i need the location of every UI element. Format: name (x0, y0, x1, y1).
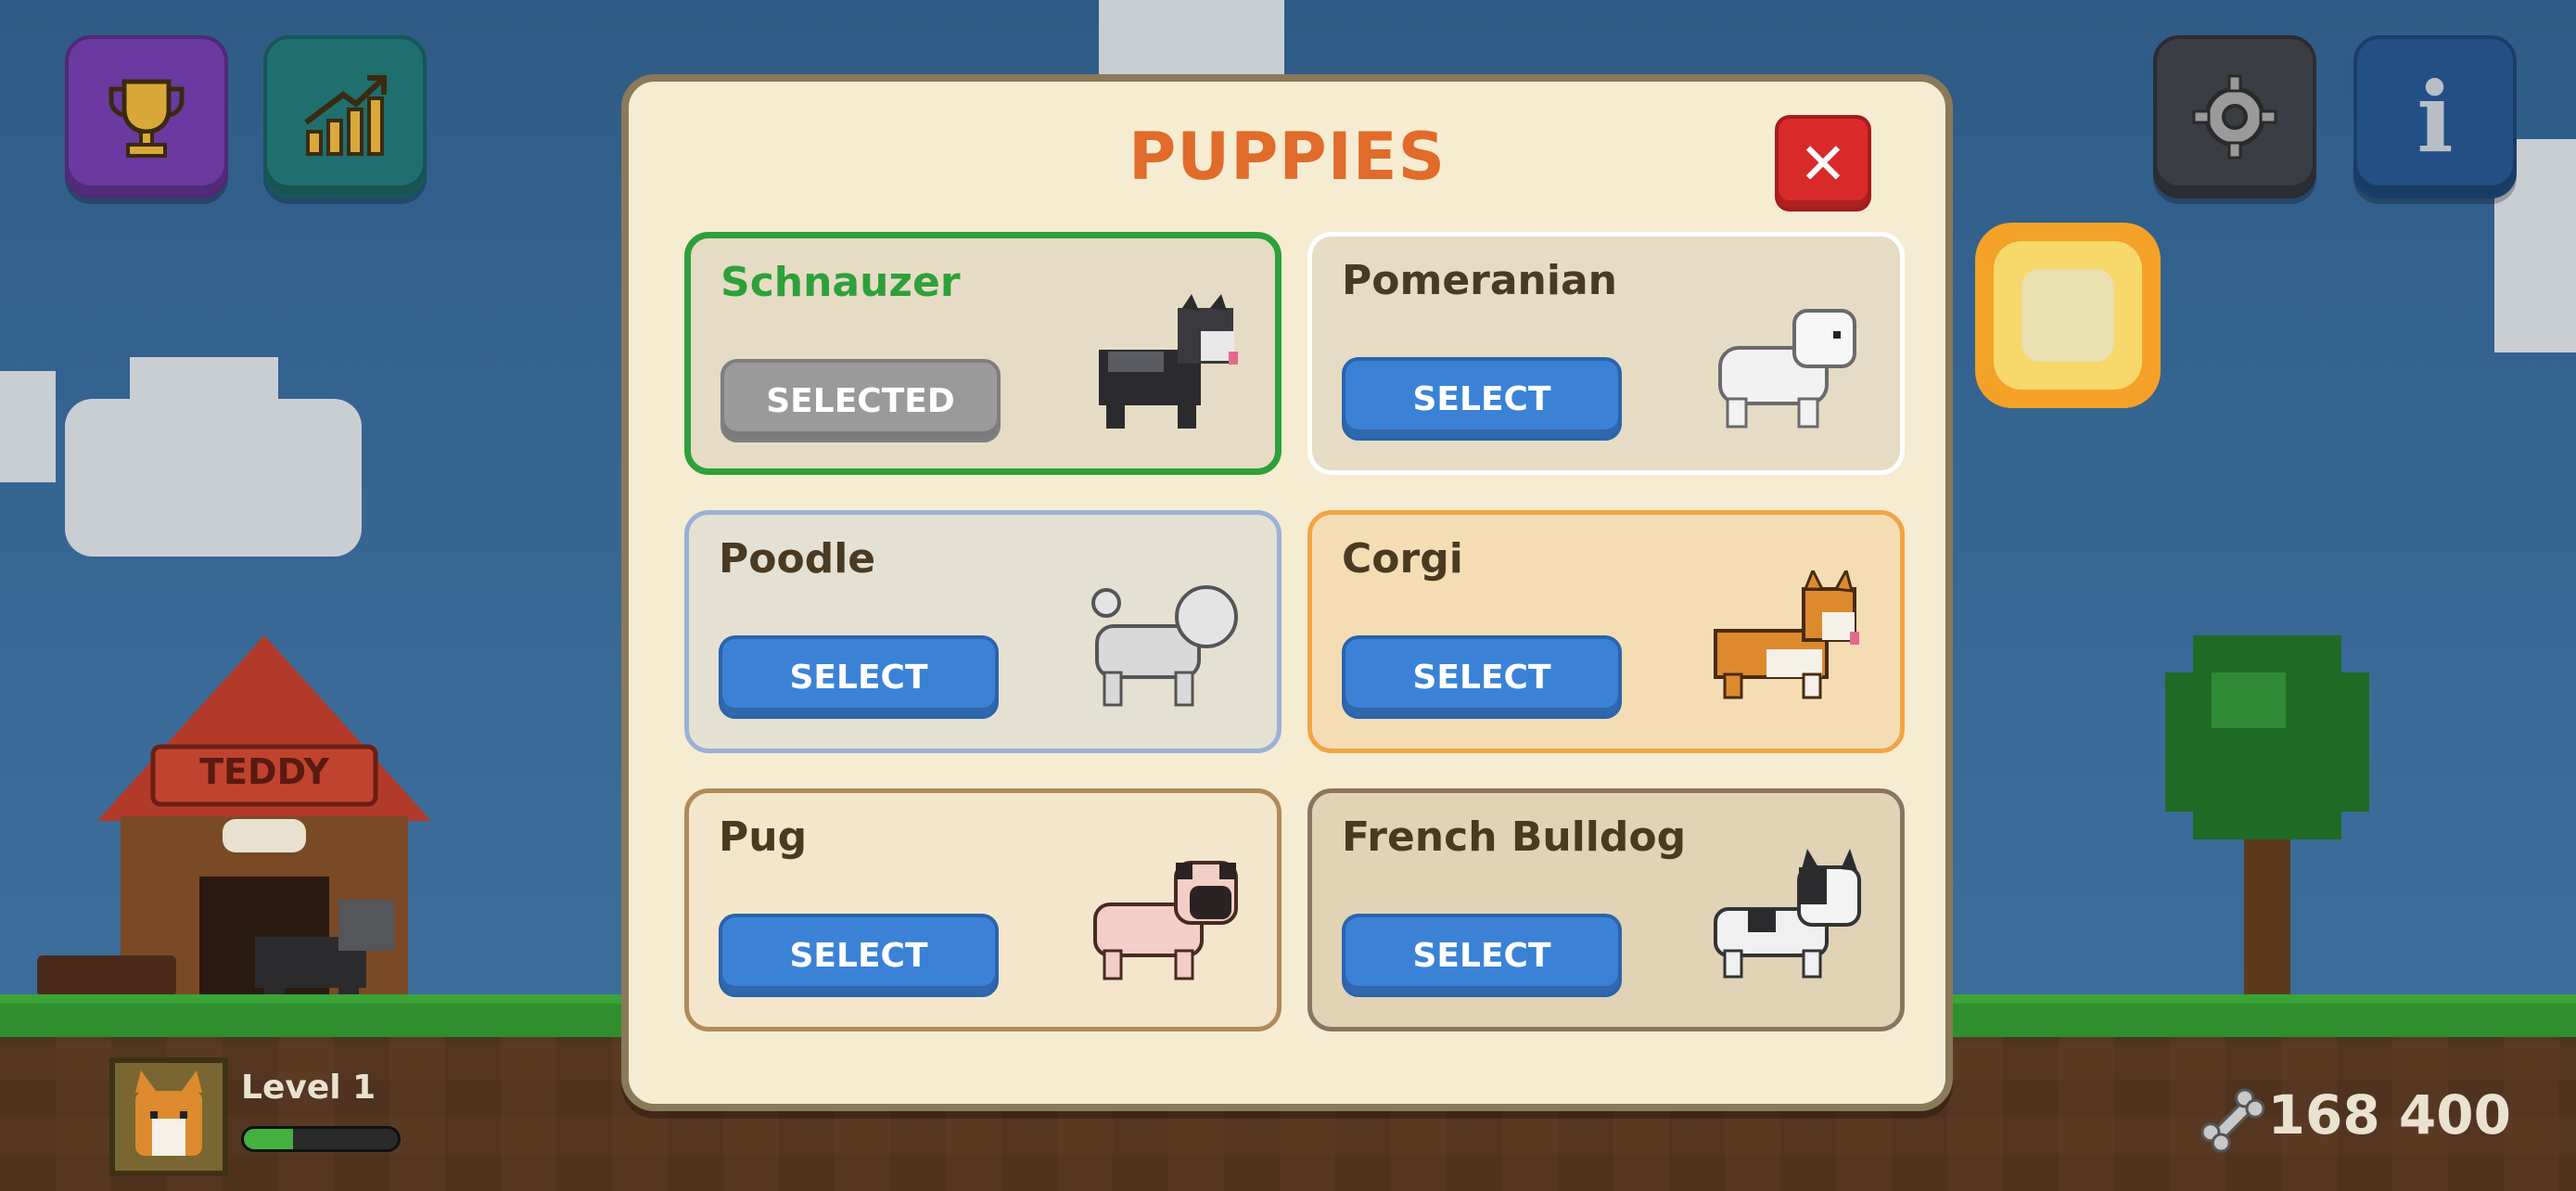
poodle-sprite (1091, 585, 1238, 707)
select-button[interactable]: SELECT (719, 914, 999, 997)
bone-currency-count: 168 400 (2267, 1083, 2511, 1146)
stats-button[interactable] (263, 35, 427, 198)
puppy-name: Pug (719, 813, 808, 861)
french-bulldog-sprite (1714, 849, 1861, 979)
puppy-card-pug[interactable]: Pug SELECT (684, 788, 1282, 1031)
xp-progress-fill (244, 1129, 294, 1149)
corgi-avatar-icon (115, 1063, 223, 1171)
food-bowl (37, 955, 176, 996)
schnauzer-sprite (1099, 294, 1238, 429)
puppy-name: Poodle (719, 535, 876, 583)
modal-title: PUPPIES (1128, 119, 1447, 195)
select-button[interactable]: SELECT (1342, 357, 1622, 441)
close-button[interactable]: ✕ (1775, 115, 1871, 211)
close-icon: ✕ (1799, 129, 1847, 198)
pomeranian-sprite (1718, 309, 1856, 429)
tree (2165, 635, 2369, 997)
cloud (0, 371, 56, 482)
achievements-button[interactable] (65, 35, 228, 198)
bone-icon (2200, 1088, 2265, 1153)
level-label: Level 1 (241, 1069, 376, 1107)
info-icon: i (2417, 59, 2454, 174)
info-button[interactable]: i (2353, 35, 2517, 198)
settings-button[interactable] (2153, 35, 2316, 198)
xp-progress-bar (241, 1126, 401, 1152)
doghouse-sign: TEDDY (199, 751, 329, 792)
puppy-name: French Bulldog (1342, 813, 1687, 861)
puppy-card-poodle[interactable]: Poodle SELECT (684, 510, 1282, 753)
puppy-card-corgi[interactable]: Corgi SELECT (1307, 510, 1905, 753)
select-button[interactable]: SELECT (1342, 635, 1622, 719)
puppy-card-french-bulldog[interactable]: French Bulldog SELECT (1307, 788, 1905, 1031)
player-avatar[interactable] (109, 1057, 228, 1176)
cloud (1099, 0, 1284, 74)
cloud (130, 357, 278, 431)
chart-icon (304, 75, 387, 156)
puppy-name: Schnauzer (721, 259, 961, 306)
selected-button[interactable]: SELECTED (721, 359, 1001, 442)
puppy-card-schnauzer[interactable]: Schnauzer SELECTED (684, 232, 1282, 475)
sun (1975, 223, 2161, 408)
pug-sprite (1093, 861, 1238, 980)
trophy-icon (108, 79, 185, 158)
puppy-card-pomeranian[interactable]: Pomeranian SELECT (1307, 232, 1905, 475)
puppy-name: Corgi (1342, 535, 1463, 583)
puppy-name: Pomeranian (1342, 257, 1617, 304)
select-button[interactable]: SELECT (1342, 914, 1622, 997)
player-dog (255, 900, 394, 1011)
select-button[interactable]: SELECT (719, 635, 999, 719)
gear-icon (2192, 74, 2277, 160)
puppies-modal: PUPPIES ✕ Schnauzer SELECTED Pomeranian … (621, 74, 1953, 1111)
corgi-sprite (1714, 570, 1859, 699)
